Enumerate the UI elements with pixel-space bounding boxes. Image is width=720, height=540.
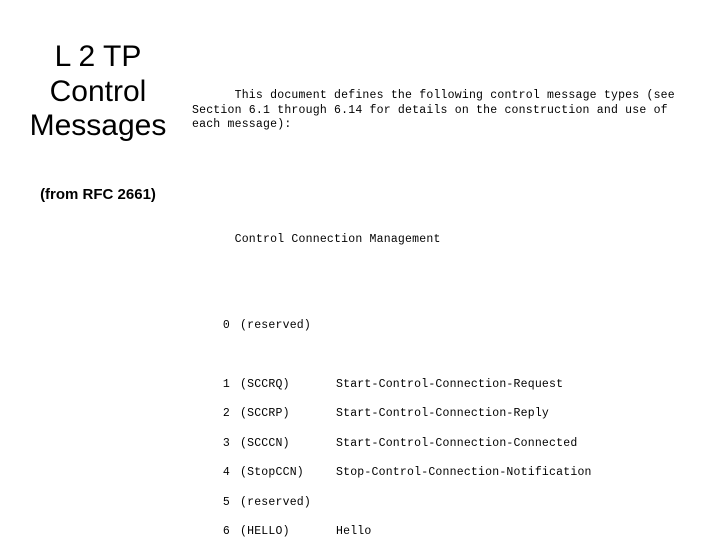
msg-abbr: (reserved) (230, 496, 330, 511)
title-line-2: Control (50, 75, 147, 108)
msg-row: 0(reserved) (192, 319, 700, 334)
msg-row: 5(reserved) (192, 496, 700, 511)
msg-num: 0 (192, 319, 230, 334)
msg-desc: Start-Control-Connection-Reply (330, 407, 549, 422)
msg-abbr: (SCCRQ) (230, 378, 330, 393)
left-column: L 2 TP Control Messages (from RFC 2661) (8, 40, 188, 203)
title-line-3: Messages (30, 109, 167, 142)
intro-line: This document defines the following cont… (235, 89, 675, 102)
msg-num: 1 (192, 378, 230, 393)
msg-abbr: (StopCCN) (230, 466, 330, 481)
msg-num: 5 (192, 496, 230, 511)
msg-desc: Start-Control-Connection-Connected (330, 437, 577, 452)
msg-abbr: (reserved) (230, 319, 330, 334)
slide: L 2 TP Control Messages (from RFC 2661) … (0, 0, 720, 540)
msg-row: 2(SCCRP)Start-Control-Connection-Reply (192, 407, 700, 422)
intro-line: each message): (192, 118, 291, 131)
msg-row: 1(SCCRQ)Start-Control-Connection-Request (192, 378, 700, 393)
section-heading: Control Connection Management (235, 233, 441, 246)
msg-num: 6 (192, 525, 230, 540)
msg-num: 4 (192, 466, 230, 481)
msg-num: 3 (192, 437, 230, 452)
msg-abbr: (SCCCN) (230, 437, 330, 452)
title-line-1: L 2 TP (55, 40, 142, 73)
section-ccm: Control Connection Management (192, 219, 700, 263)
intro-paragraph: This document defines the following cont… (192, 74, 700, 148)
msg-desc: Hello (330, 525, 372, 540)
msg-row: 4(StopCCN)Stop-Control-Connection-Notifi… (192, 466, 700, 481)
msg-row (192, 348, 700, 363)
msg-num: 2 (192, 407, 230, 422)
intro-line: Section 6.1 through 6.14 for details on … (192, 104, 668, 117)
slide-title: L 2 TP Control Messages (8, 40, 188, 144)
slide-subtitle: (from RFC 2661) (8, 186, 188, 203)
msg-row: 3(SCCCN)Start-Control-Connection-Connect… (192, 437, 700, 452)
msg-row: 6(HELLO)Hello (192, 525, 700, 540)
msg-desc: Stop-Control-Connection-Notification (330, 466, 592, 481)
msg-desc: Start-Control-Connection-Request (330, 378, 563, 393)
section-ccm-rows: 0(reserved) 1(SCCRQ)Start-Control-Connec… (192, 304, 700, 540)
msg-abbr: (SCCRP) (230, 407, 330, 422)
msg-abbr: (HELLO) (230, 525, 330, 540)
right-column: This document defines the following cont… (192, 30, 700, 540)
